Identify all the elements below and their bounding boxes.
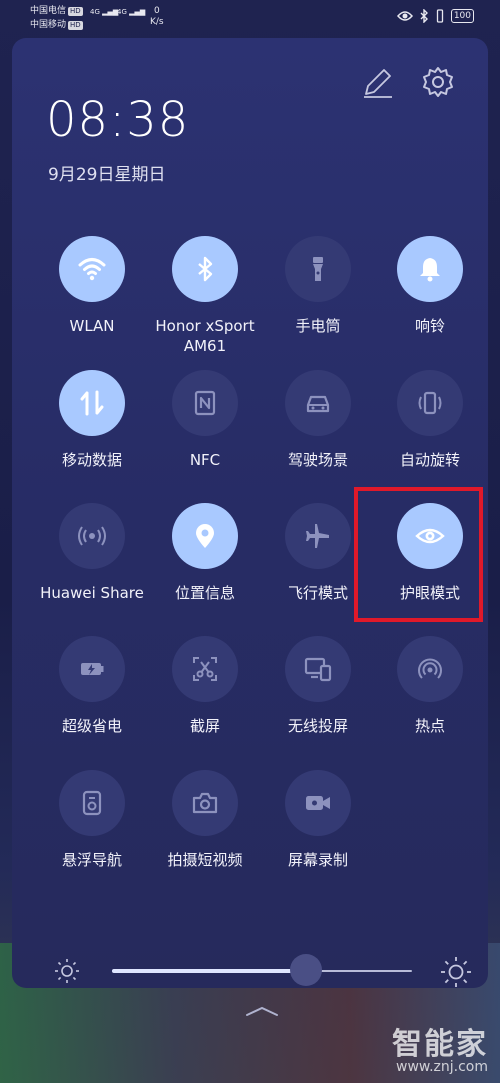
tile-button[interactable]	[285, 636, 351, 702]
tile-button[interactable]	[397, 236, 463, 302]
rotate-icon	[415, 388, 445, 418]
tile-button[interactable]	[397, 636, 463, 702]
brightness-low-icon	[55, 959, 79, 983]
tile-button[interactable]	[59, 636, 125, 702]
battery-saver-icon	[77, 654, 107, 684]
tile-button[interactable]	[172, 370, 238, 436]
tile-button[interactable]	[285, 370, 351, 436]
network-speed: 0 K/s	[150, 6, 164, 27]
watermark-site: www.znj.com	[396, 1059, 488, 1075]
vibrate-status-icon	[436, 9, 443, 23]
tile-label: 驾驶场景	[287, 451, 348, 469]
tile-button[interactable]	[172, 236, 238, 302]
eye-status-icon	[396, 11, 413, 21]
tile-button[interactable]	[285, 770, 351, 836]
tile-floating-nav[interactable]: 悬浮导航	[36, 770, 148, 870]
screenshot-icon	[190, 654, 220, 684]
tile-button[interactable]	[285, 236, 351, 302]
date: 9月29日星期日	[48, 165, 166, 185]
hd-badge: HD	[68, 7, 83, 16]
tile-screen-record[interactable]: 屏幕录制	[262, 770, 374, 870]
tile-huawei-share[interactable]: Huawei Share	[36, 503, 148, 603]
carrier-1: 中国电信 HD	[30, 6, 83, 16]
edit-icon[interactable]	[360, 66, 394, 100]
hd-badge: HD	[68, 21, 83, 30]
brightness-high-icon	[441, 957, 471, 987]
huawei-share-icon	[77, 521, 107, 551]
tile-button[interactable]	[285, 503, 351, 569]
tile-screenshot[interactable]: 截屏	[149, 636, 261, 736]
tile-button[interactable]	[397, 370, 463, 436]
flashlight-icon	[303, 254, 333, 284]
tile-label: NFC	[189, 451, 221, 469]
tile-button[interactable]	[59, 770, 125, 836]
highlight-box	[354, 487, 483, 622]
tile-hotspot[interactable]: 热点	[374, 636, 486, 736]
car-icon	[303, 388, 333, 418]
tile-label: 响铃	[414, 317, 445, 335]
battery-indicator: 100	[450, 9, 474, 23]
tile-label: 截屏	[189, 717, 220, 735]
brightness-fill	[112, 969, 306, 973]
tile-cast[interactable]: 无线投屏	[262, 636, 374, 736]
status-icons: 100	[396, 9, 474, 23]
tile-label: 悬浮导航	[61, 851, 122, 869]
bluetooth-icon	[190, 254, 220, 284]
tile-bluetooth[interactable]: Honor xSport AM61	[149, 236, 261, 356]
tile-label: 屏幕录制	[287, 851, 348, 869]
tile-location[interactable]: 位置信息	[149, 503, 261, 603]
tile-button[interactable]	[59, 236, 125, 302]
hotspot-icon	[415, 654, 445, 684]
tile-camera[interactable]: 拍摄短视频	[149, 770, 261, 870]
collapse-handle-icon[interactable]	[244, 1004, 280, 1018]
tile-label: WLAN	[69, 317, 115, 335]
tile-button[interactable]	[172, 503, 238, 569]
watermark-brand: 智能家	[392, 1027, 488, 1062]
carrier-2: 中国移动 HD	[30, 20, 83, 30]
tile-label: 自动旋转	[399, 451, 460, 469]
tile-mobile-data[interactable]: 移动数据	[36, 370, 148, 470]
bell-icon	[415, 254, 445, 284]
camera-icon	[190, 788, 220, 818]
tile-label: 热点	[414, 717, 445, 735]
gear-icon[interactable]	[420, 64, 456, 100]
signal-1: 4G ▂▄▆	[90, 8, 119, 16]
tile-label: 手电筒	[295, 317, 341, 335]
mobile-data-icon	[77, 388, 107, 418]
tile-bell[interactable]: 响铃	[374, 236, 486, 336]
tile-button[interactable]	[59, 503, 125, 569]
tile-rotate[interactable]: 自动旋转	[374, 370, 486, 470]
tile-wifi[interactable]: WLAN	[36, 236, 148, 336]
location-icon	[190, 521, 220, 551]
signal-2: 4G ▂▄▆	[117, 8, 146, 16]
watermark: 智能家 www.znj.com	[392, 1019, 488, 1075]
tile-button[interactable]	[59, 370, 125, 436]
tile-label: 拍摄短视频	[167, 851, 243, 869]
tile-battery-saver[interactable]: 超级省电	[36, 636, 148, 736]
tile-button[interactable]	[172, 770, 238, 836]
tile-label: 无线投屏	[287, 717, 348, 735]
brightness-thumb[interactable]	[289, 954, 322, 986]
wifi-icon	[77, 254, 107, 284]
tile-nfc[interactable]: NFC	[149, 370, 261, 470]
status-bar: 中国电信 HD 中国移动 HD 4G ▂▄▆ 4G ▂▄▆ 0 K/s 100	[0, 0, 500, 36]
tile-label: Huawei Share	[40, 584, 144, 602]
tile-flashlight[interactable]: 手电筒	[262, 236, 374, 336]
screen-record-icon	[303, 788, 333, 818]
bluetooth-status-icon	[420, 9, 428, 23]
tile-car[interactable]: 驾驶场景	[262, 370, 374, 470]
floating-nav-icon	[77, 788, 107, 818]
cast-icon	[303, 654, 333, 684]
nfc-icon	[190, 388, 220, 418]
tile-button[interactable]	[172, 636, 238, 702]
clock: 08:38	[46, 92, 190, 148]
tile-label: 移动数据	[61, 451, 122, 469]
airplane-icon	[303, 521, 333, 551]
brightness-slider[interactable]	[112, 954, 412, 986]
tile-label: Honor xSport AM61	[155, 317, 255, 355]
tile-label: 超级省电	[61, 717, 122, 735]
tile-label: 位置信息	[174, 584, 235, 602]
